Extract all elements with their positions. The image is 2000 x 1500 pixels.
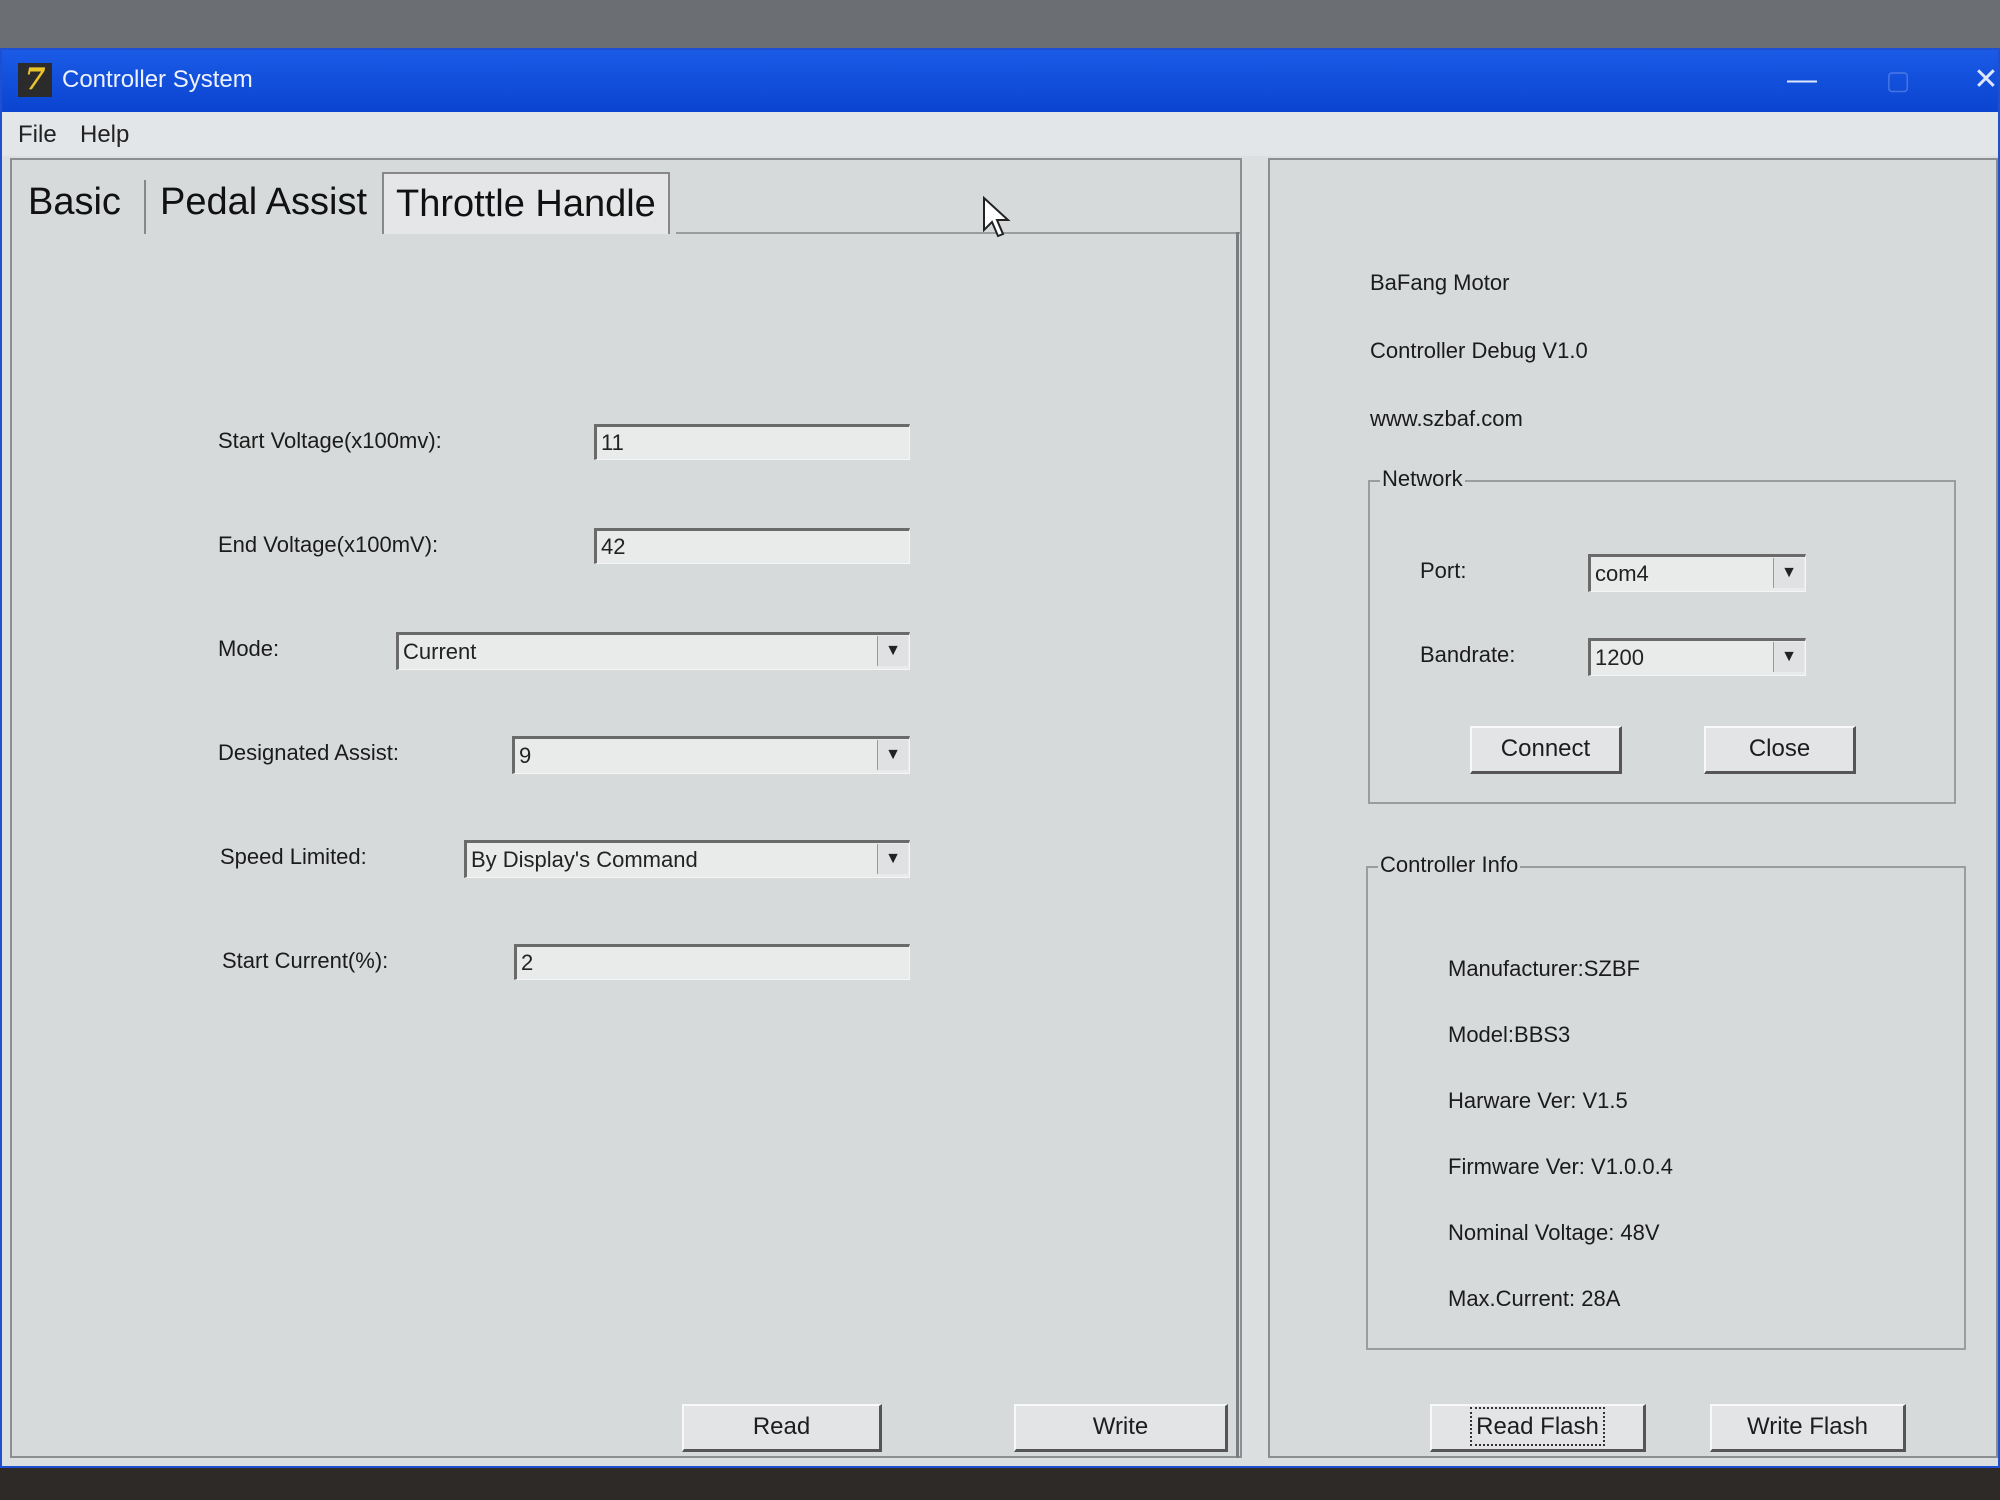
chevron-down-icon[interactable]: ▼ — [877, 740, 908, 770]
tab-strip-border — [676, 232, 1240, 234]
menu-bar: File Help — [2, 112, 1998, 156]
speed-limited-label: Speed Limited: — [220, 844, 367, 869]
baud-value: 1200 — [1595, 645, 1644, 670]
write-flash-button-label: Write Flash — [1747, 1413, 1868, 1440]
end-voltage-input[interactable]: 42 — [594, 528, 910, 564]
read-flash-button-label: Read Flash — [1470, 1407, 1605, 1446]
controller-system-window: 7 Controller System — ▢ ✕ File Help Basi… — [0, 48, 2000, 1468]
hardware-version-text: Harware Ver: V1.5 — [1448, 1088, 1628, 1113]
port-label: Port: — [1420, 558, 1467, 583]
screen-bezel — [0, 1468, 2000, 1500]
network-group-title: Network — [1380, 466, 1465, 492]
settings-panel: Basic Pedal Assist Throttle Handle Start… — [10, 158, 1242, 1458]
close-icon[interactable]: ✕ — [1966, 60, 2000, 100]
chevron-down-icon[interactable]: ▼ — [877, 636, 908, 666]
app-logo-icon: 7 — [18, 63, 52, 97]
firmware-version-text: Firmware Ver: V1.0.0.4 — [1448, 1154, 1673, 1179]
model-text: Model:BBS3 — [1448, 1022, 1571, 1047]
end-voltage-label: End Voltage(x100mV): — [218, 532, 439, 557]
controller-info-title: Controller Info — [1378, 852, 1521, 878]
maximize-icon[interactable]: ▢ — [1878, 60, 1918, 100]
read-button-label: Read — [752, 1413, 811, 1440]
about-website: www.szbaf.com — [1370, 406, 1523, 431]
minimize-icon[interactable]: — — [1782, 60, 1822, 100]
mode-select[interactable]: Current ▼ — [396, 632, 910, 670]
mode-value: Current — [403, 639, 477, 664]
about-version: Controller Debug V1.0 — [1370, 338, 1588, 363]
about-brand: BaFang Motor — [1370, 270, 1510, 295]
close-button[interactable]: Close — [1704, 726, 1856, 774]
close-button-label: Close — [1748, 735, 1811, 762]
start-current-label: Start Current(%): — [222, 948, 389, 973]
speed-limited-value: By Display's Command — [471, 847, 698, 872]
start-current-input[interactable]: 2 — [514, 944, 910, 980]
chevron-down-icon[interactable]: ▼ — [1773, 642, 1804, 672]
chevron-down-icon[interactable]: ▼ — [1773, 558, 1804, 588]
tab-page-border — [1236, 232, 1239, 1458]
baud-select[interactable]: 1200 ▼ — [1588, 638, 1806, 676]
designated-assist-label: Designated Assist: — [218, 740, 399, 765]
read-flash-button[interactable]: Read Flash — [1430, 1404, 1646, 1452]
max-current-text: Max.Current: 28A — [1448, 1286, 1621, 1311]
designated-assist-select[interactable]: 9 ▼ — [512, 736, 910, 774]
controller-info-group: Controller Info Manufacturer:SZBF Model:… — [1366, 852, 1966, 1350]
designated-assist-value: 9 — [519, 743, 532, 768]
tab-throttle-handle[interactable]: Throttle Handle — [382, 172, 670, 234]
start-voltage-input[interactable]: 11 — [594, 424, 910, 460]
menu-help[interactable]: Help — [80, 121, 129, 149]
tab-separator — [144, 180, 146, 234]
write-button[interactable]: Write — [1014, 1404, 1228, 1452]
info-panel: BaFang Motor Controller Debug V1.0 www.s… — [1268, 158, 1998, 1458]
nominal-voltage-text: Nominal Voltage: 48V — [1448, 1220, 1660, 1245]
mode-label: Mode: — [218, 636, 280, 661]
read-button[interactable]: Read — [682, 1404, 882, 1452]
baud-label: Bandrate: — [1420, 642, 1516, 667]
connect-button-label: Connect — [1500, 735, 1591, 762]
title-bar[interactable]: 7 Controller System — ▢ ✕ — [2, 50, 2000, 112]
port-value: com4 — [1595, 561, 1649, 586]
window-title: Controller System — [62, 66, 253, 93]
connect-button[interactable]: Connect — [1470, 726, 1622, 774]
network-group: Network Port: com4 ▼ Bandrate: 1200 ▼ Co… — [1368, 466, 1956, 804]
speed-limited-select[interactable]: By Display's Command ▼ — [464, 840, 910, 878]
tab-basic[interactable]: Basic — [28, 172, 121, 232]
start-voltage-label: Start Voltage(x100mv): — [218, 428, 442, 453]
menu-file[interactable]: File — [18, 121, 57, 149]
manufacturer-text: Manufacturer:SZBF — [1448, 956, 1640, 981]
chevron-down-icon[interactable]: ▼ — [877, 844, 908, 874]
tab-pedal-assist[interactable]: Pedal Assist — [160, 172, 367, 232]
port-select[interactable]: com4 ▼ — [1588, 554, 1806, 592]
write-flash-button[interactable]: Write Flash — [1710, 1404, 1906, 1452]
write-button-label: Write — [1092, 1413, 1149, 1440]
mouse-cursor-icon — [983, 196, 1011, 238]
